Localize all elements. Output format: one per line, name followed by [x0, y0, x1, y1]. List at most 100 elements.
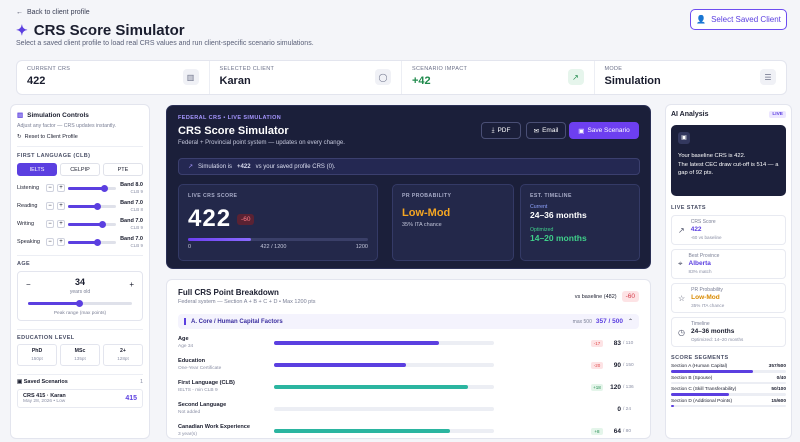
skill-increment-button[interactable]: +: [57, 184, 65, 192]
tab-pte[interactable]: PTE: [103, 163, 143, 176]
band-value: Band 7.0: [120, 218, 143, 224]
live-badge: LIVE: [769, 111, 786, 118]
age-slider[interactable]: [28, 300, 132, 307]
row-bar: [274, 341, 494, 345]
skill-increment-button[interactable]: +: [57, 238, 65, 246]
select-saved-client-button[interactable]: 👤 Select Saved Client: [690, 9, 787, 30]
save-icon: ▣: [578, 127, 585, 135]
language-label: FIRST LANGUAGE (CLB): [17, 153, 91, 159]
segment-value: 15/600: [771, 398, 786, 404]
simulation-controls-panel: ▥ Simulation Controls Adjust any factor —…: [10, 104, 150, 439]
live-stat-text: Best Province Alberta 83% match: [689, 253, 720, 275]
live-stat-text: PR Probability Low-Mod 35% ITA chance: [691, 287, 724, 309]
row-name: Age: [178, 336, 189, 343]
row-bar: [274, 429, 494, 433]
education-label: EDUCATION LEVEL: [17, 335, 75, 341]
skill-slider[interactable]: [68, 220, 116, 228]
test-tabs: IELTS CELPIP PTE: [17, 163, 143, 176]
skill-row: Writing − + Band 7.0 CLB 9: [17, 215, 143, 233]
skill-band: Band 7.0 CLB 9: [120, 218, 143, 230]
skill-slider[interactable]: [68, 184, 116, 192]
band-clb: CLB 9: [130, 242, 143, 248]
stat-value: Karan: [219, 75, 251, 87]
skill-increment-button[interactable]: +: [57, 202, 65, 210]
user-icon: ◯: [375, 69, 391, 85]
row-delta: [591, 406, 603, 413]
skill-row: Reading − + Band 7.0 CLB 8: [17, 197, 143, 215]
ai-line-1: Your baseline CRS is 422.: [678, 153, 746, 159]
skill-decrement-button[interactable]: −: [46, 220, 54, 228]
bar-mid: 422 / 1200: [260, 244, 287, 250]
ai-title: AI Analysis: [671, 111, 709, 118]
breakdown-rows: Age Age 34 -17 83/ 110 Education One-Year Cer…: [178, 332, 639, 442]
row-label: Age Age 34: [178, 336, 274, 350]
row-label: Canadian Work Experience 3 year(s): [178, 424, 274, 438]
skill-increment-button[interactable]: +: [57, 220, 65, 228]
stat-value: +42: [412, 75, 431, 87]
segment-row: Section C (Skill Transferability) 50/100: [671, 387, 786, 392]
page-title-text: CRS Score Simulator: [33, 22, 185, 39]
live-delta: -60: [237, 213, 255, 225]
controls-title-text: Simulation Controls: [27, 111, 89, 119]
page-subtitle: Select a saved client profile to load re…: [16, 40, 314, 47]
row-delta: -20: [591, 361, 603, 369]
hero-subtitle: Federal + Provincial point system — upda…: [178, 140, 345, 146]
tab-ielts[interactable]: IELTS: [17, 163, 57, 176]
live-stat-label: CRS Score: [690, 219, 716, 226]
skill-decrement-button[interactable]: −: [46, 184, 54, 192]
robot-icon: ▣: [678, 132, 690, 144]
education-pts: 135pt: [74, 355, 86, 361]
email-button[interactable]: ✉ Email: [526, 122, 566, 139]
skill-band: Band 7.0 CLB 8: [120, 200, 143, 212]
live-crs-card: LIVE CRS SCORE 422 -60 0 422 / 1200 1200: [178, 184, 378, 261]
row-value: 64: [613, 427, 621, 435]
breakdown-row: Education One-Year Certificate -20 90/ 150: [178, 354, 639, 376]
saved-scenario-item[interactable]: CRS 415 · Karan May 28, 2026 • Low 415: [17, 389, 143, 408]
live-stat-label: Timeline: [690, 321, 710, 328]
skill-decrement-button[interactable]: −: [46, 202, 54, 210]
row-bar: [274, 363, 494, 367]
save-scenario-button[interactable]: ▣ Save Scenario: [569, 122, 639, 139]
skill-row: Speaking − + Band 7.0 CLB 9: [17, 233, 143, 251]
skill-slider[interactable]: [68, 202, 116, 210]
education-msc[interactable]: MSc 135pt: [60, 344, 100, 366]
section-score: 357 / 500: [595, 318, 623, 325]
row-name: Canadian Work Experience: [178, 424, 251, 431]
education-phd[interactable]: PhD 150pt: [17, 344, 57, 366]
segment-name: Section B (Spouse): [671, 375, 713, 381]
row-value: 90: [613, 361, 621, 369]
row-sub: IELTS - min CLB 9: [178, 387, 218, 393]
skill-slider[interactable]: [68, 238, 116, 246]
trend-up-icon: ↗: [678, 225, 685, 235]
age-unit: years old: [69, 289, 91, 295]
row-label: Second Language Not added: [178, 402, 274, 416]
bar-min: 0: [188, 244, 192, 250]
save-label: Save Scenario: [587, 127, 630, 134]
segment-row: Section B (Spouse) 0/40: [671, 376, 786, 381]
segment-name: Section A (Human Capital): [671, 364, 728, 369]
breakdown-row: Age Age 34 -17 83/ 110: [178, 332, 639, 354]
live-stat-item: ☆ PR Probability Low-Mod 35% ITA chance: [671, 283, 786, 313]
row-max: / 136: [623, 384, 634, 390]
download-icon: ⤓: [491, 126, 495, 134]
skill-name: Listening: [17, 185, 40, 191]
reset-button[interactable]: ↻ Reset to Client Profile: [17, 134, 143, 140]
segments-list: Section A (Human Capital) 357/500 Section …: [671, 364, 786, 407]
prob-value: Low-Mod: [402, 207, 451, 219]
skill-decrement-button[interactable]: −: [46, 238, 54, 246]
tab-celpip[interactable]: CELPIP: [60, 163, 100, 176]
skill-name: Speaking: [17, 239, 40, 245]
back-link[interactable]: ← Back to client profile: [16, 9, 90, 16]
back-link-label: Back to client profile: [27, 9, 90, 16]
band-clb: CLB 9: [130, 224, 143, 230]
pdf-button[interactable]: ⤓ PDF: [481, 122, 521, 139]
saved-label: Saved Scenarios: [23, 379, 68, 385]
segment-item: Section B (Spouse) 0/40: [671, 376, 786, 384]
select-client-label: Select Saved Client: [711, 15, 781, 24]
live-stat-sub: 83% match: [688, 268, 712, 274]
row-value: 83: [613, 339, 621, 347]
section-a-header[interactable]: A. Core / Human Capital Factors max 500 …: [178, 314, 639, 329]
segment-item: Section C (Skill Transferability) 50/100: [671, 387, 786, 396]
banner-post: vs your saved profile CRS (0).: [255, 163, 336, 170]
education-2plus[interactable]: 2+ 128pt: [103, 344, 143, 366]
